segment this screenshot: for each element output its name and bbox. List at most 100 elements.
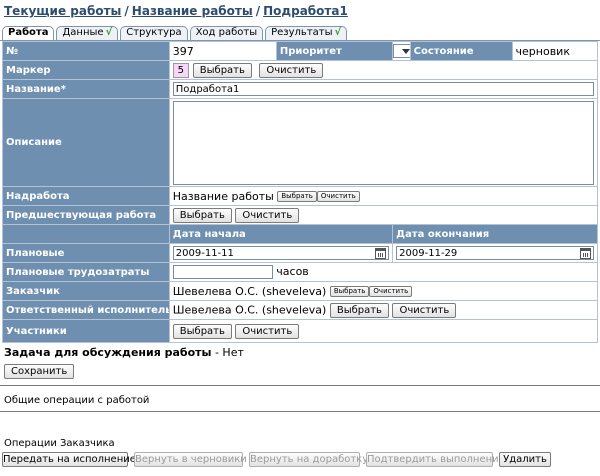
name-label: Название* (3, 80, 169, 98)
customer-cell: Шевелева О.С. (sheveleva) Выбрать Очистит… (169, 282, 597, 300)
priority-label: Приоритет (276, 42, 393, 60)
row-number: № 397 Приоритет Состояние черновик (3, 42, 597, 60)
executor-cell: Шевелева О.С. (sheveleva) Выбрать Очисти… (169, 301, 597, 319)
labor-unit: часов (276, 264, 309, 278)
tab-results-label: Результаты (271, 27, 333, 38)
row-labor: Плановые трудозатраты часов (3, 263, 597, 281)
end-date-cell: 2009-11-29 (393, 244, 597, 262)
breadcrumb: Текущие работы / Название работы / Подработа… (4, 4, 348, 18)
marker-clear-button[interactable]: Очистить (259, 62, 324, 78)
calendar-icon[interactable] (580, 247, 591, 259)
general-ops-title: Общие операции с работой (4, 395, 150, 406)
labor-label: Плановые трудозатраты (3, 263, 169, 281)
tab-work[interactable]: Работа (2, 26, 55, 40)
customer-label: Заказчик (3, 282, 169, 300)
return-to-draft-button[interactable]: Вернуть в черновики (134, 452, 247, 467)
marker-cell: 5 Выбрать Очистить (169, 61, 597, 79)
customer-value: Шевелева О.С. (sheveleva) (172, 284, 327, 298)
breadcrumb-separator: / (255, 4, 261, 18)
start-date-cell: 2009-11-11 (169, 244, 393, 262)
participants-choose-button[interactable]: Выбрать (172, 323, 232, 339)
parent-cell: Название работы Выбрать Очистить (169, 187, 597, 205)
delete-button[interactable]: Удалить (499, 452, 551, 467)
row-name: Название* (3, 80, 597, 98)
customer-clear-button[interactable]: Очистить (369, 286, 413, 297)
participants-clear-button[interactable]: Очистить (235, 323, 300, 339)
row-description: Описание (3, 99, 597, 186)
previous-label: Предшествующая работа (3, 206, 169, 224)
start-date-input[interactable]: 2009-11-11 (172, 246, 390, 260)
status-label: Состояние (410, 42, 512, 60)
labor-cell: часов (169, 263, 597, 281)
previous-clear-button[interactable]: Очистить (235, 207, 300, 223)
breadcrumb-link-subwork[interactable]: Подработа1 (263, 4, 348, 18)
row-customer: Заказчик Шевелева О.С. (sheveleva) Выбра… (3, 282, 597, 300)
priority-cell (393, 42, 410, 60)
row-executor: Ответственный исполнитель Шевелева О.С. … (3, 301, 597, 319)
description-textarea[interactable] (172, 100, 594, 185)
submit-for-execution-button[interactable]: Передать на исполнение (2, 452, 136, 467)
tab-data-label: Данные (62, 27, 104, 38)
tab-bar: Работа Данные √ Структура Ход работы Резу… (2, 26, 348, 40)
parent-clear-button[interactable]: Очистить (316, 191, 360, 202)
tab-structure[interactable]: Структура (120, 26, 188, 40)
priority-select[interactable] (393, 44, 410, 58)
participants-cell: Выбрать Очистить (169, 320, 597, 342)
divider (0, 411, 600, 412)
row-previous: Предшествующая работа Выбрать Очистить (3, 206, 597, 224)
breadcrumb-link-parent-work[interactable]: Название работы (132, 4, 253, 18)
save-button[interactable]: Сохранить (4, 364, 75, 379)
work-form: № 397 Приоритет Состояние черновик Марке… (2, 41, 598, 343)
executor-value: Шевелева О.С. (sheveleva) (172, 303, 327, 316)
row-marker: Маркер 5 Выбрать Очистить (3, 61, 597, 79)
executor-label: Ответственный исполнитель (3, 301, 169, 319)
end-date-input[interactable]: 2009-11-29 (396, 246, 594, 260)
number-label: № (3, 42, 169, 60)
description-label: Описание (3, 99, 169, 186)
discussion-label: Задача для обсуждения работы (4, 346, 212, 359)
divider (0, 385, 600, 386)
status-value: черновик (512, 42, 597, 60)
tab-structure-label: Структура (126, 27, 182, 38)
discussion-value: - Нет (214, 346, 244, 359)
parent-label: Надработа (3, 187, 169, 205)
customer-ops-title: Операции Заказчика (4, 438, 115, 449)
participants-label: Участники (3, 320, 169, 342)
return-for-rework-button[interactable]: Вернуть на доработку (249, 452, 368, 467)
name-cell (169, 80, 597, 98)
previous-choose-button[interactable]: Выбрать (172, 207, 232, 223)
marker-choose-button[interactable]: Выбрать (192, 62, 252, 78)
executor-choose-button[interactable]: Выбрать (329, 302, 389, 318)
start-date-value: 2009-11-11 (175, 247, 234, 259)
customer-choose-button[interactable]: Выбрать (329, 286, 370, 297)
confirm-completion-button[interactable]: Подтвердить выполнение (366, 452, 505, 467)
tab-progress[interactable]: Ход работы (189, 26, 264, 40)
start-date-header: Дата начала (169, 225, 393, 243)
check-icon: √ (105, 27, 113, 38)
planned-label: Плановые (3, 244, 169, 262)
breadcrumb-separator: / (124, 4, 129, 18)
executor-clear-button[interactable]: Очистить (392, 302, 457, 318)
number-value: 397 (169, 42, 276, 60)
description-cell (169, 99, 597, 186)
tab-progress-label: Ход работы (195, 27, 258, 38)
name-input[interactable] (172, 82, 594, 97)
row-planned-dates: Плановые 2009-11-11 2009-11-29 (3, 244, 597, 262)
marker-label: Маркер (3, 61, 169, 79)
end-date-header: Дата окончания (393, 225, 597, 243)
tab-data[interactable]: Данные √ (56, 26, 119, 40)
labor-hours-input[interactable] (172, 265, 273, 280)
discussion-line: Задача для обсуждения работы - Нет (4, 346, 244, 359)
tab-results[interactable]: Результаты √ (265, 26, 348, 40)
breadcrumb-link-current-works[interactable]: Текущие работы (4, 4, 121, 18)
row-participants: Участники Выбрать Очистить (3, 320, 597, 342)
customer-ops-bar: Передать на исполнение Вернуть в чернови… (2, 452, 551, 467)
tab-work-label: Работа (8, 27, 49, 38)
date-headers-spacer (3, 225, 169, 243)
check-icon: √ (334, 27, 342, 38)
marker-swatch: 5 (172, 62, 189, 78)
previous-cell: Выбрать Очистить (169, 206, 597, 224)
row-parent: Надработа Название работы Выбрать Очистит… (3, 187, 597, 205)
parent-choose-button[interactable]: Выбрать (277, 191, 317, 202)
calendar-icon[interactable] (375, 247, 387, 259)
